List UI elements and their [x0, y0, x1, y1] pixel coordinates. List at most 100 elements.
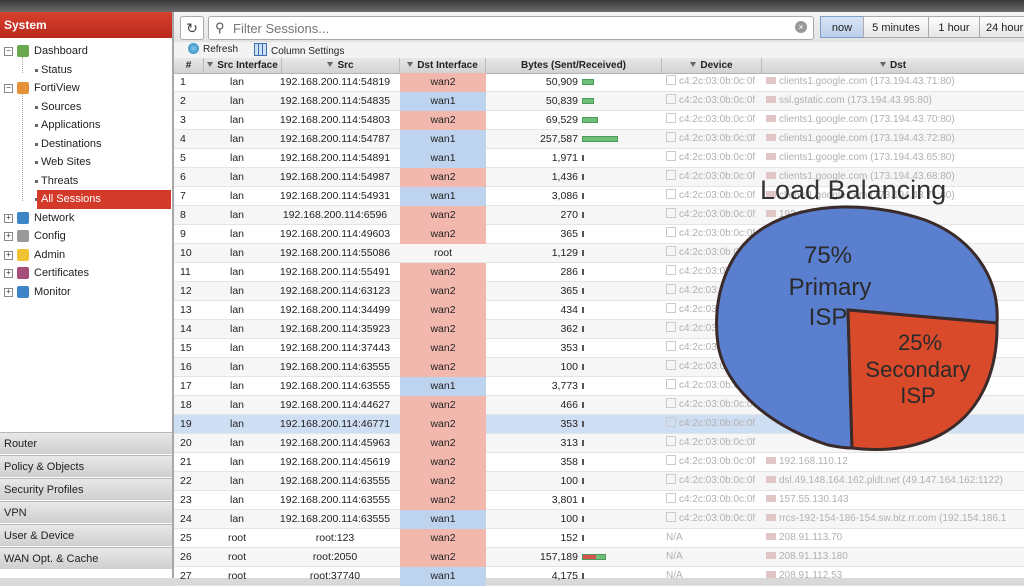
device-icon — [666, 151, 676, 161]
bytes-cell: 157,189 — [486, 548, 662, 567]
src-interface-cell: lan — [229, 228, 244, 240]
col-header-src[interactable]: Src — [282, 58, 400, 73]
refresh-button[interactable]: Refresh — [188, 43, 238, 57]
bytes-value: 69,529 — [545, 114, 578, 126]
row-number: 22 — [180, 475, 192, 487]
nav-item-config[interactable]: + Config — [0, 227, 170, 246]
src-interface-cell: lan — [229, 418, 244, 430]
table-row[interactable]: 3 lan 192.168.200.114:54803 wan2 69,529 c4:2c… — [174, 111, 1024, 130]
bytes-bar-received — [583, 555, 597, 559]
primary-label-line1: Primary — [789, 274, 872, 301]
dst-interface-cell: wan2 — [400, 396, 486, 415]
row-number: 8 — [180, 209, 186, 221]
nav-item-fortiview[interactable]: − FortiView — [0, 79, 170, 98]
expand-icon[interactable]: + — [4, 269, 13, 278]
flag-icon — [766, 153, 776, 160]
nav-item-monitor[interactable]: + Monitor — [0, 283, 170, 302]
col-header-dst[interactable]: Dst — [762, 58, 1024, 73]
secondary-label-line2: ISP — [900, 383, 935, 408]
dst-interface-cell: wan2 — [400, 339, 486, 358]
expand-icon[interactable]: + — [4, 250, 13, 260]
nav-item-status[interactable]: Status — [0, 61, 170, 80]
row-number: 15 — [180, 342, 192, 354]
dst-interface-cell: wan2 — [400, 225, 486, 244]
nav-item-admin[interactable]: + Admin — [0, 246, 170, 265]
col-header-src-interface[interactable]: Src Interface — [204, 58, 282, 73]
device-icon — [666, 265, 676, 275]
col-header-dst-interface[interactable]: Dst Interface — [400, 58, 486, 73]
column-settings-button[interactable]: Column Settings — [254, 43, 344, 59]
nav-item-network[interactable]: + Network — [0, 209, 170, 228]
device-icon — [666, 208, 676, 218]
table-row[interactable]: 26 root root:2050 wan2 157,189 N/A 208.91.113.… — [174, 548, 1024, 567]
nav-section-vpn[interactable]: VPN — [0, 501, 172, 523]
src-cell: root:123 — [315, 532, 355, 544]
refresh-icon[interactable]: ↻ — [180, 16, 204, 40]
nav-item-threats[interactable]: Threats — [0, 172, 170, 191]
src-interface-cell: lan — [229, 437, 244, 449]
table-row[interactable]: 2 lan 192.168.200.114:54835 wan1 50,839 c4:2c… — [174, 92, 1024, 111]
table-row[interactable]: 25 root root:123 wan2 152 N/A 208.91.113.70 — [174, 529, 1024, 548]
time-1hour-button[interactable]: 1 hour — [928, 16, 980, 38]
src-cell: 192.168.200.114:63555 — [279, 513, 391, 525]
src-interface-cell: root — [227, 532, 247, 544]
nav-item-certificates[interactable]: + Certificates — [0, 264, 170, 283]
dst-interface-cell: wan1 — [400, 130, 486, 149]
table-row[interactable]: 1 lan 192.168.200.114:54819 wan2 50,909 c4:2c… — [174, 73, 1024, 92]
filter-sessions-input[interactable] — [231, 19, 795, 37]
expand-icon[interactable]: + — [4, 232, 13, 241]
src-cell: 192.168.200.114:35923 — [279, 323, 391, 335]
nav-item-label: Network — [34, 211, 75, 224]
clear-icon[interactable]: × — [795, 21, 807, 33]
bytes-cell: 257,587 — [486, 130, 662, 149]
table-toolbar: Refresh Column Settings — [174, 42, 1024, 58]
expand-icon[interactable]: + — [4, 213, 13, 223]
col-header-device[interactable]: Device — [662, 58, 762, 73]
row-number: 18 — [180, 399, 192, 411]
bytes-bar — [582, 326, 584, 332]
dst-cell: 157.55.130.143 — [762, 491, 1024, 510]
row-number: 23 — [180, 494, 192, 506]
col-header-bytes[interactable]: Bytes (Sent/Received) — [486, 58, 662, 73]
src-interface-cell: lan — [229, 475, 244, 487]
time-24hour-button[interactable]: 24 hour — [979, 16, 1024, 38]
time-5min-button[interactable]: 5 minutes — [863, 16, 929, 38]
collapse-icon[interactable]: − — [4, 84, 13, 93]
expand-icon[interactable]: + — [4, 287, 13, 297]
table-row[interactable]: 27 root root:37740 wan1 4,175 N/A 208.91.112.5… — [174, 567, 1024, 586]
table-row[interactable]: 24 lan 192.168.200.114:63555 wan1 100 c4:2c:0… — [174, 510, 1024, 529]
src-interface-cell: lan — [229, 266, 244, 278]
load-balancing-pie-overlay: Load Balancing 75% Primary ISP 25% Secon… — [715, 175, 999, 451]
time-now-button[interactable]: now — [820, 16, 864, 38]
bytes-value: 50,909 — [545, 76, 578, 88]
table-row[interactable]: 23 lan 192.168.200.114:63555 wan2 3,801 c4:2c… — [174, 491, 1024, 510]
flag-icon — [766, 571, 776, 578]
nav-item-web-sites[interactable]: Web Sites — [0, 153, 170, 172]
bytes-value: 50,839 — [545, 95, 578, 107]
device-icon — [666, 417, 676, 427]
bytes-cell: 365 — [486, 282, 662, 301]
device-icon — [666, 189, 676, 199]
nav-section-policy-and-objects[interactable]: Policy & Objects — [0, 455, 172, 477]
nav-section-user-and-device[interactable]: User & Device — [0, 524, 172, 546]
nav-item-sources[interactable]: Sources — [0, 98, 170, 117]
bytes-bar — [582, 459, 584, 465]
nav-item-all-sessions[interactable]: All Sessions — [0, 190, 171, 209]
nav-section-wan-opt-and-cache[interactable]: WAN Opt. & Cache — [0, 547, 172, 569]
nav-item-applications[interactable]: Applications — [0, 116, 170, 135]
sidebar-header[interactable]: System — [0, 12, 172, 38]
nav-section-security-profiles[interactable]: Security Profiles — [0, 478, 172, 500]
nav-section-router[interactable]: Router — [0, 432, 172, 454]
nav-item-dashboard[interactable]: − Dashboard — [0, 42, 170, 61]
dst-value: clients1.google.com (173.194.43.71:80) — [779, 76, 955, 87]
table-row[interactable]: 22 lan 192.168.200.114:63555 wan2 100 c4:2c:0… — [174, 472, 1024, 491]
table-row[interactable]: 4 lan 192.168.200.114:54787 wan1 257,587 c4:2… — [174, 130, 1024, 149]
col-header-num[interactable]: # — [174, 58, 204, 73]
bytes-cell: 270 — [486, 206, 662, 225]
nav-item-destinations[interactable]: Destinations — [0, 135, 170, 154]
bytes-value: 1,129 — [551, 247, 578, 259]
dst-value: clients1.google.com (173.194.43.70:80) — [779, 114, 955, 125]
device-icon — [666, 94, 676, 104]
src-cell: 192.168.200.114:6596 — [282, 209, 388, 221]
collapse-icon[interactable]: − — [4, 47, 13, 56]
